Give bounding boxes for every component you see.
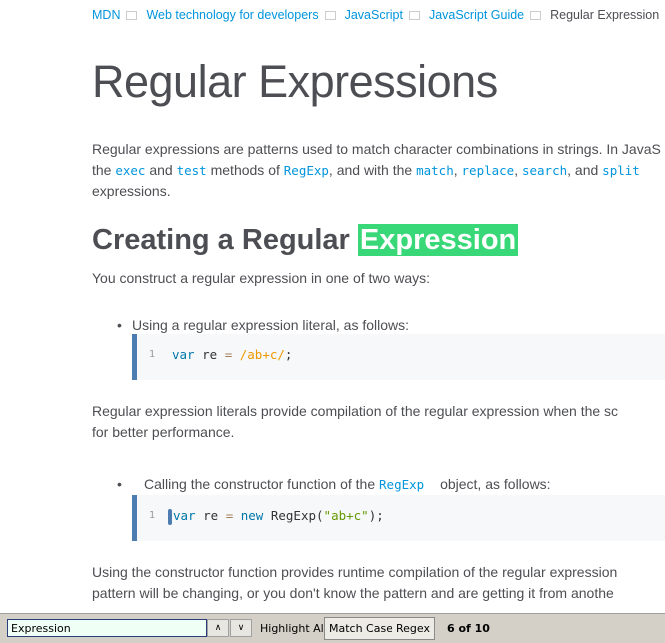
- list-item-text: Calling the constructor function of the …: [132, 476, 551, 492]
- highlight-all-toggle[interactable]: Highlight All: [260, 622, 327, 635]
- list-item: Using a regular expression literal, as f…: [117, 317, 410, 333]
- paragraph-text: pattern will be changing, or you don't k…: [92, 585, 614, 601]
- code-block: 1 var re = new RegExp("ab+c");: [132, 495, 665, 541]
- code-string: "ab+c": [323, 508, 369, 523]
- intro-text: the: [92, 162, 116, 178]
- breadcrumb: MDN Web technology for developers JavaScri…: [92, 8, 659, 22]
- breadcrumb-current: Regular Expression: [550, 8, 660, 22]
- find-previous-button[interactable]: ∧: [207, 619, 229, 637]
- match-case-toggle[interactable]: Match Case: [324, 617, 398, 640]
- intro-text: methods of: [206, 162, 284, 178]
- list-item-text: Calling the constructor function of the: [144, 476, 380, 492]
- code-line: var re = /ab+c/;: [172, 347, 292, 362]
- intro-paragraph: Regular expressions are patterns used to…: [92, 139, 661, 202]
- link-replace[interactable]: replace: [462, 163, 515, 178]
- code-punct: );: [368, 508, 384, 523]
- code-identifier: re: [194, 347, 225, 362]
- code-identifier: re: [195, 508, 226, 523]
- list-item: Calling the constructor function of the …: [117, 476, 551, 492]
- separator-icon: [324, 11, 336, 21]
- line-number: 1: [149, 349, 156, 360]
- list-item-text: object, as follows:: [436, 476, 551, 492]
- link-regexp[interactable]: RegExp: [379, 477, 424, 492]
- intro-text: , and with the: [328, 162, 417, 178]
- link-exec[interactable]: exec: [115, 163, 145, 178]
- intro-text: and: [145, 162, 177, 178]
- section-heading: Creating a Regular Expression: [92, 224, 519, 257]
- link-match[interactable]: match: [416, 163, 454, 178]
- find-input[interactable]: [7, 619, 207, 637]
- regex-toggle[interactable]: Regex: [392, 617, 435, 640]
- code-block: 1 var re = /ab+c/;: [132, 334, 665, 380]
- literal-paragraph: Regular expression literals provide comp…: [92, 401, 618, 443]
- intro-text: , and: [567, 162, 603, 178]
- code-call: RegExp(: [263, 508, 324, 523]
- code-punct: ;: [284, 347, 293, 362]
- code-keyword: new: [240, 508, 264, 523]
- construct-text: You construct a regular expression in on…: [92, 270, 431, 286]
- match-count: 6 of 10: [447, 622, 490, 635]
- constructor-paragraph: Using the constructor function provides …: [92, 562, 617, 604]
- text-cursor: [168, 508, 172, 525]
- intro-text: ,: [514, 162, 522, 178]
- breadcrumb-mdn[interactable]: MDN: [92, 8, 120, 22]
- paragraph-text: Using the constructor function provides …: [92, 564, 618, 580]
- separator-icon: [530, 11, 542, 21]
- find-highlight: Expression: [357, 224, 519, 256]
- code-line: var re = new RegExp("ab+c");: [168, 508, 384, 525]
- paragraph-text: for better performance.: [92, 424, 235, 440]
- breadcrumb-web-tech[interactable]: Web technology for developers: [146, 8, 318, 22]
- link-search[interactable]: search: [522, 163, 567, 178]
- intro-text: Regular expressions are patterns used to…: [92, 141, 661, 157]
- paragraph-text: Regular expression literals provide comp…: [92, 403, 619, 419]
- code-keyword: var: [172, 347, 195, 362]
- page-title: Regular Expressions: [92, 56, 498, 107]
- list-item-text: Using a regular expression literal, as f…: [132, 317, 410, 333]
- find-bar: ∧ ∨ Highlight All Match Case Regex 6 of …: [0, 613, 665, 643]
- page-content: MDN Web technology for developers JavaScri…: [0, 0, 665, 613]
- heading-text: Creating a Regular: [92, 224, 358, 256]
- separator-icon: [126, 11, 138, 21]
- line-number: 1: [149, 510, 156, 521]
- link-regexp[interactable]: RegExp: [284, 163, 329, 178]
- code-regex: /ab+c/: [232, 347, 285, 362]
- code-keyword: var: [173, 508, 196, 523]
- link-test[interactable]: test: [177, 163, 207, 178]
- intro-text: ,: [453, 162, 462, 178]
- separator-icon: [408, 11, 420, 21]
- breadcrumb-javascript[interactable]: JavaScript: [345, 8, 403, 22]
- find-next-button[interactable]: ∨: [230, 619, 252, 637]
- code-operator: =: [225, 508, 234, 523]
- intro-text: expressions.: [92, 183, 171, 199]
- link-split[interactable]: split: [602, 163, 640, 178]
- breadcrumb-js-guide[interactable]: JavaScript Guide: [429, 8, 524, 22]
